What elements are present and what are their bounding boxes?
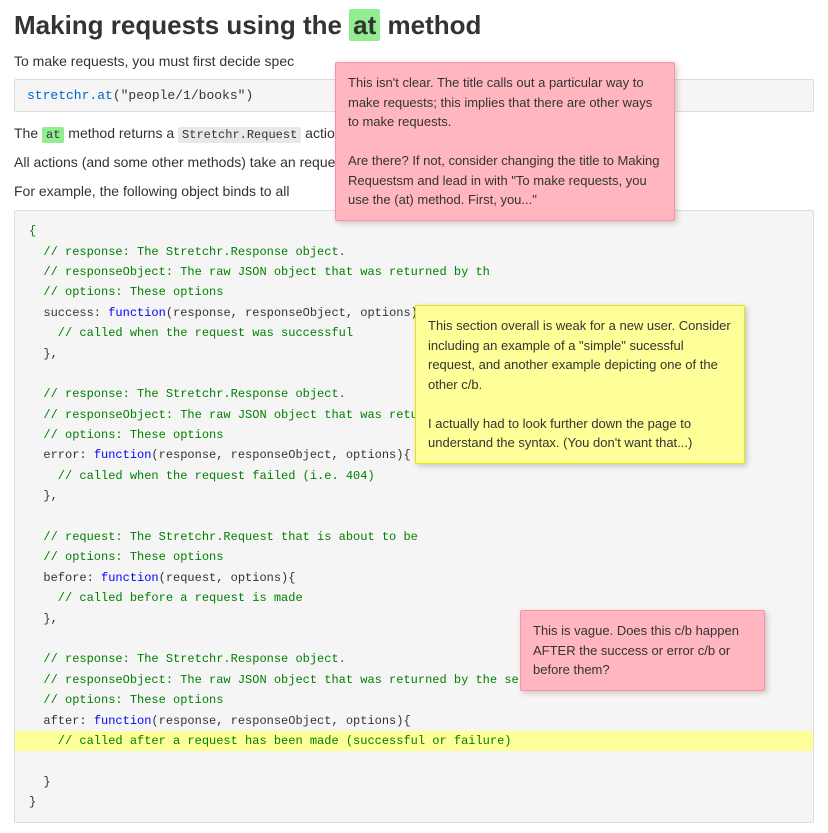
code-area: { // response: The Stretchr.Response obj… [14,210,814,823]
title-prefix: Making requests using the [14,10,349,40]
page-title: Making requests using the at method [14,10,814,41]
page-container: Making requests using the at method To m… [0,0,828,833]
title-suffix: method [380,10,481,40]
title-highlight: at [349,9,380,41]
annotation-2: This section overall is weak for a new u… [415,305,745,464]
annotation-1: This isn't clear. The title calls out a … [335,62,675,221]
annotation-3: This is vague. Does this c/b happen AFTE… [520,610,765,691]
